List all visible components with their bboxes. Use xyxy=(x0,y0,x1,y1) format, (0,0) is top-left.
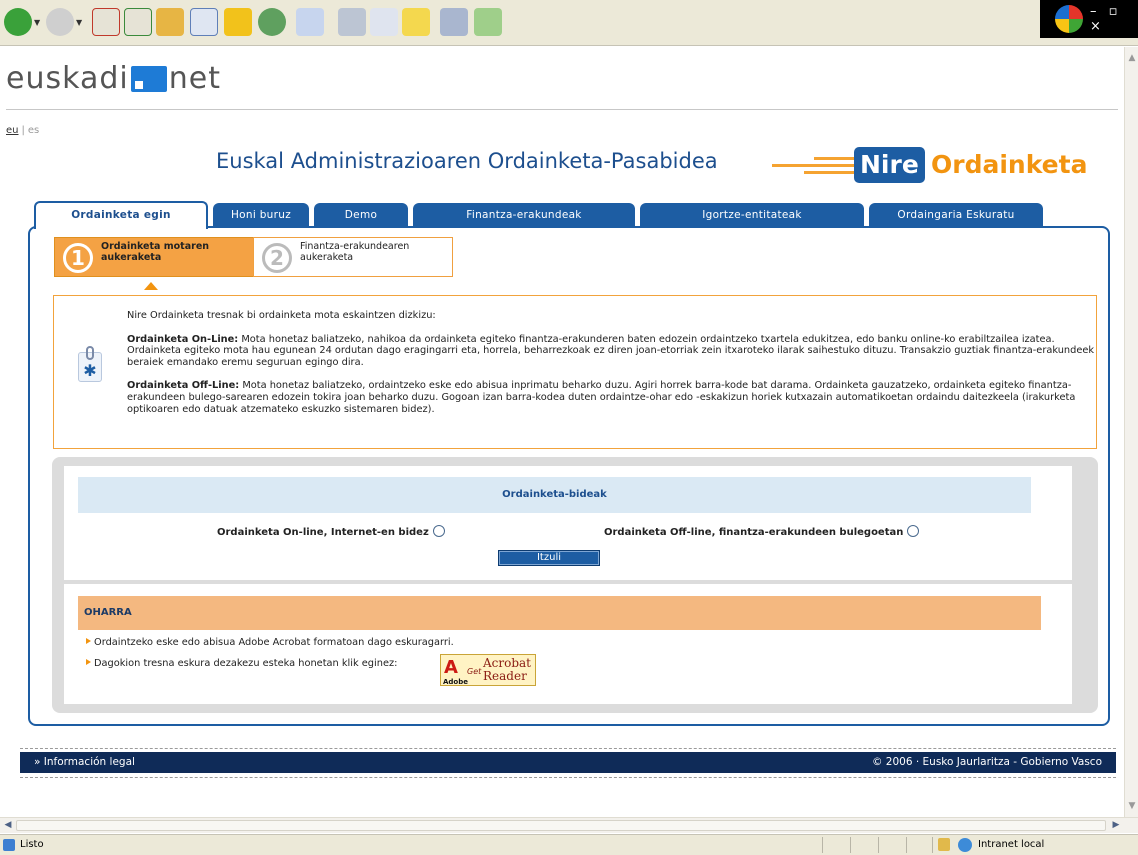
info-online-title: Ordainketa On-Line: xyxy=(127,333,239,345)
bullet-arrow-icon xyxy=(86,659,91,665)
footer-divider-bottom xyxy=(20,777,1116,778)
scroll-down-icon[interactable]: ▼ xyxy=(1125,799,1138,813)
get-acrobat-reader-link[interactable]: A Adobe Get Acrobat Reader xyxy=(440,654,536,686)
favorites-button[interactable] xyxy=(224,8,252,36)
status-divider xyxy=(932,837,933,853)
refresh-button[interactable] xyxy=(124,8,152,36)
step-1-label: Ordainketa motaren aukeraketa xyxy=(101,241,210,263)
notes-button[interactable] xyxy=(402,8,430,36)
search-button[interactable] xyxy=(190,8,218,36)
mail-button[interactable] xyxy=(296,8,324,36)
browser-toolbar: ▼ ▼ – ▫ × xyxy=(0,0,1138,46)
bullet-arrow-icon xyxy=(86,638,91,644)
scroll-right-icon[interactable]: ▶ xyxy=(1109,819,1123,832)
tab-igortze-entitateak[interactable]: Igortze-entitateak xyxy=(640,203,864,227)
page-title: Euskal Administrazioaren Ordainketa-Pasa… xyxy=(216,149,718,173)
lang-es-link[interactable]: es xyxy=(28,125,39,136)
tab-demo[interactable]: Demo xyxy=(314,203,408,227)
logo-mark-icon xyxy=(130,66,167,92)
status-divider xyxy=(906,837,907,853)
note-title: OHARRA xyxy=(78,596,1041,630)
acrobat-adobe-text: Adobe xyxy=(443,678,468,686)
status-divider xyxy=(878,837,879,853)
note-item-1: Ordaintzeko eske edo abisua Adobe Acroba… xyxy=(86,637,454,648)
window-controls[interactable]: – ▫ × xyxy=(1090,4,1138,34)
lock-icon xyxy=(938,838,950,851)
page-icon xyxy=(3,839,15,851)
back-itzuli-button[interactable]: Itzuli xyxy=(498,550,600,566)
note-item-2-text: Dagokion tresna eskura dezakezu esteka h… xyxy=(94,658,398,669)
offline-radio[interactable] xyxy=(907,525,920,537)
scroll-left-icon[interactable]: ◀ xyxy=(1,819,15,832)
info-box: ✱ Nire Ordainketa tresnak bi ordainketa … xyxy=(53,295,1097,449)
online-option: Ordainketa On-line, Internet-en bidez xyxy=(217,525,445,538)
back-dropdown-icon[interactable]: ▼ xyxy=(34,18,40,27)
scroll-up-icon[interactable]: ▲ xyxy=(1125,51,1138,65)
lang-separator: | xyxy=(21,125,25,136)
stop-button[interactable] xyxy=(92,8,120,36)
step-1: 1 Ordainketa motaren aukeraketa xyxy=(54,237,254,277)
offline-option: Ordainketa Off-line, finantza-erakundeen… xyxy=(604,525,920,538)
step-1-number: 1 xyxy=(63,243,93,273)
back-button[interactable] xyxy=(4,8,32,36)
research-button[interactable] xyxy=(440,8,468,36)
logo-text-left: euskadi xyxy=(6,61,129,96)
note-item-2: Dagokion tresna eskura dezakezu esteka h… xyxy=(86,658,397,669)
legal-info-link[interactable]: » Información legal xyxy=(34,752,135,773)
security-zone-text: Intranet local xyxy=(978,839,1045,850)
acrobat-name-text: Acrobat Reader xyxy=(483,656,532,683)
home-button[interactable] xyxy=(156,8,184,36)
info-intro: Nire Ordainketa tresnak bi ordainketa mo… xyxy=(127,310,436,321)
step-pointer-icon xyxy=(144,282,158,290)
intranet-globe-icon xyxy=(958,838,972,852)
lang-eu-link[interactable]: eu xyxy=(6,125,19,136)
tab-honi-buruz[interactable]: Honi buruz xyxy=(213,203,309,227)
info-online: Ordainketa On-Line: Mota honetaz baliatz… xyxy=(127,334,1095,369)
paperclip-icon xyxy=(86,346,94,360)
tab-finantza-erakundeak[interactable]: Finantza-erakundeak xyxy=(413,203,635,227)
step-2: 2 Finantza-erakundearen aukeraketa xyxy=(253,237,453,277)
brand-speed-lines xyxy=(772,155,854,177)
print-button[interactable] xyxy=(338,8,366,36)
adobe-logo-icon: A xyxy=(444,657,458,678)
logo-text-right: net xyxy=(168,61,221,96)
info-offline: Ordainketa Off-Line: Mota honetaz baliat… xyxy=(127,380,1095,415)
status-text: Listo xyxy=(20,839,44,850)
online-radio[interactable] xyxy=(432,525,445,537)
windows-flag-icon xyxy=(1055,5,1083,33)
status-divider xyxy=(822,837,823,853)
payment-methods-title: Ordainketa-bideak xyxy=(78,477,1031,513)
brand-nire: Nire xyxy=(854,147,925,183)
horizontal-scroll-thumb[interactable] xyxy=(16,820,1106,831)
offline-option-label[interactable]: Ordainketa Off-line, finantza-erakundeen… xyxy=(604,527,903,538)
step-2-label: Finantza-erakundearen aukeraketa xyxy=(300,241,410,263)
header-divider xyxy=(6,109,1118,110)
edit-button[interactable] xyxy=(370,8,398,36)
info-text: Nire Ordainketa tresnak bi ordainketa mo… xyxy=(127,310,1095,427)
euskadi-net-logo[interactable]: euskadi net xyxy=(6,61,221,96)
copyright-text: © 2006 · Eusko Jaurlaritza - Gobierno Va… xyxy=(871,756,1102,768)
forward-button[interactable] xyxy=(46,8,74,36)
step-2-number: 2 xyxy=(262,243,292,273)
info-offline-text: Mota honetaz baliatzeko, ordaintzeko esk… xyxy=(127,380,1076,415)
info-online-text: Mota honetaz baliatzeko, nahikoa da orda… xyxy=(127,333,1095,368)
language-switcher: eu | es xyxy=(6,125,39,136)
messenger-button[interactable] xyxy=(474,8,502,36)
footer-divider-top xyxy=(20,748,1116,749)
info-offline-title: Ordainketa Off-Line: xyxy=(127,380,240,392)
history-button[interactable] xyxy=(258,8,286,36)
footer-bar: » Información legal © 2006 · Eusko Jaurl… xyxy=(20,752,1116,773)
tab-ordaingaria-eskuratu[interactable]: Ordaingaria Eskuratu xyxy=(869,203,1043,227)
online-option-label[interactable]: Ordainketa On-line, Internet-en bidez xyxy=(217,527,429,538)
note-item-1-text: Ordaintzeko eske edo abisua Adobe Acroba… xyxy=(94,637,454,648)
web-page: euskadi net eu | es Euskal Administrazioare… xyxy=(0,47,1124,817)
vertical-scrollbar[interactable]: ▲ ▼ xyxy=(1124,47,1138,817)
forward-dropdown-icon[interactable]: ▼ xyxy=(76,18,82,27)
acrobat-get-text: Get xyxy=(467,667,482,676)
brand-ordainketa: Ordainketa xyxy=(931,150,1088,179)
horizontal-scrollbar[interactable]: ◀ ▶ xyxy=(0,817,1138,833)
tab-ordainketa-egin[interactable]: Ordainketa egin xyxy=(34,201,208,229)
status-divider xyxy=(850,837,851,853)
status-bar: Listo Intranet local xyxy=(0,834,1138,855)
